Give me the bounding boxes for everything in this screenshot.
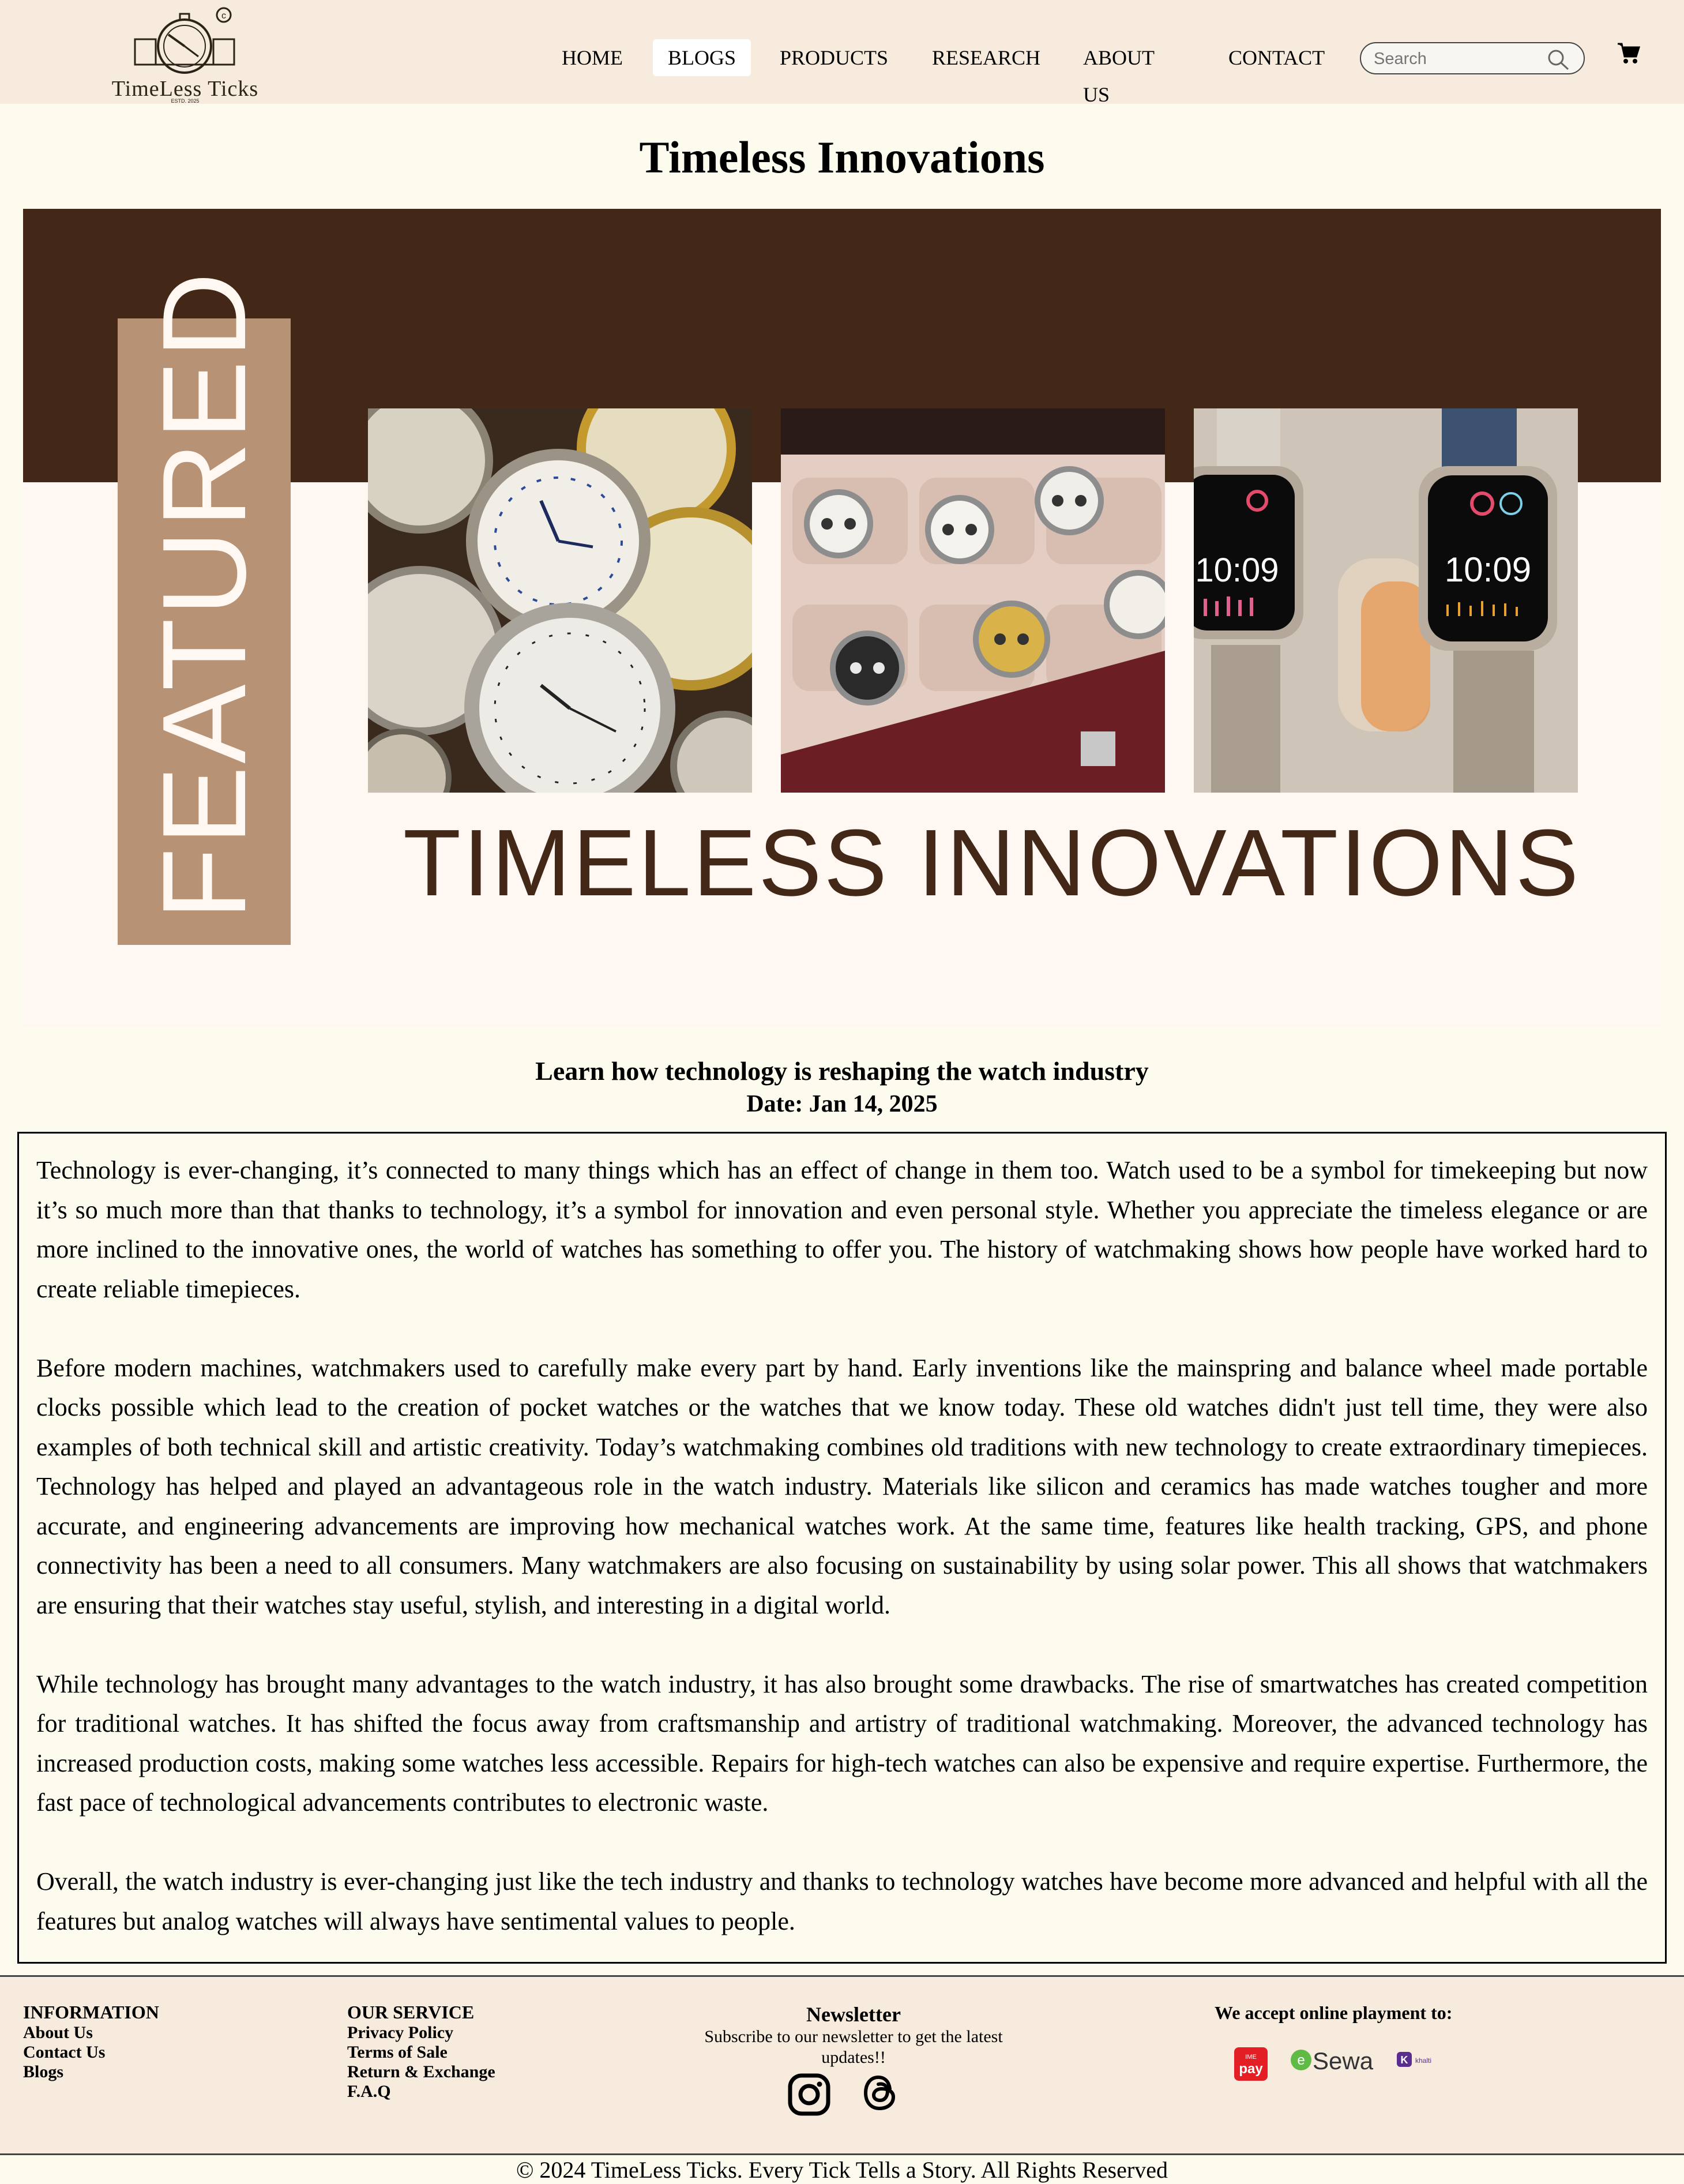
article-paragraph: Overall, the watch industry is ever-chan… [36, 1867, 1648, 1935]
ime-pay-logo: IME pay [1234, 2047, 1268, 2084]
copyright-text: © 2024 TimeLess Ticks. Every Tick Tells … [516, 2157, 1168, 2183]
newsletter-title: Newsletter [806, 2003, 901, 2026]
footer-link-return-exchange[interactable]: Return & Exchange [347, 2062, 495, 2082]
footer-information: INFORMATION About Us Contact Us Blogs [23, 2002, 159, 2082]
khalti-logo: K khalti [1396, 2047, 1442, 2076]
payments-title: We accept online playment to: [1215, 2002, 1453, 2023]
footer-service: OUR SERVICE Privacy Policy Terms of Sale… [347, 2002, 495, 2102]
cart-icon[interactable] [1617, 42, 1641, 67]
page-title: Timeless Innovations [639, 132, 1045, 182]
clock-logo-icon: c [134, 7, 235, 74]
threads-icon[interactable] [862, 2073, 899, 2116]
search-box [1360, 42, 1585, 74]
nav-products[interactable]: PRODUCTS [765, 39, 903, 76]
brand-logo[interactable]: c TimeLess Ticks ESTD. 2025 [104, 5, 265, 104]
smartwatches-photo: 10:09 10:09 [1194, 408, 1578, 793]
featured-tag: FEATURED [118, 270, 291, 945]
instagram-icon[interactable] [787, 2073, 831, 2119]
newsletter-text: Subscribe to our newsletter to get the l… [704, 2027, 1003, 2067]
banner-heading: TIMELESS INNOVATIONS [403, 810, 1581, 915]
footer-link-privacy-policy[interactable]: Privacy Policy [347, 2023, 495, 2043]
search-icon[interactable] [1547, 48, 1570, 73]
nav-contact[interactable]: CONTACT [1213, 39, 1340, 76]
article-body: Technology is ever-changing, it’s connec… [17, 1132, 1667, 1964]
esewa-logo: e Sewa [1290, 2047, 1382, 2084]
watch-case-photo [781, 408, 1165, 793]
brand-established: ESTD. 2025 [171, 98, 200, 104]
nav-blogs[interactable]: BLOGS [653, 39, 751, 76]
article-date: Date: Jan 14, 2025 [746, 1091, 938, 1117]
article-paragraph: Technology is ever-changing, it’s connec… [36, 1156, 1648, 1303]
article-paragraph: While technology has brought many advant… [36, 1669, 1648, 1817]
footer-payments: We accept online playment to: IME pay e … [1215, 2002, 1453, 2081]
smartwatch-left-time: 10:09 [1195, 551, 1279, 589]
site-footer: INFORMATION About Us Contact Us Blogs OU… [0, 1975, 1684, 2155]
featured-label: FEATURED [138, 270, 270, 920]
nav-about-us[interactable]: ABOUT US [1068, 39, 1169, 106]
esewa-logo-text: Sewa [1313, 2047, 1374, 2074]
article-paragraph: Before modern machines, watchmakers used… [36, 1353, 1648, 1619]
footer-link-contact-us[interactable]: Contact Us [23, 2043, 159, 2062]
svg-text:K: K [1401, 2054, 1408, 2066]
svg-text:c: c [221, 11, 226, 21]
footer-newsletter: Newsletter Subscribe to our newsletter t… [692, 2002, 1015, 2068]
smartwatch-right-time: 10:09 [1445, 550, 1531, 589]
footer-link-terms-of-sale[interactable]: Terms of Sale [347, 2043, 495, 2062]
footer-link-faq[interactable]: F.A.Q [347, 2082, 495, 2102]
site-header: c TimeLess Ticks ESTD. 2025 HOME BLOGS P… [0, 0, 1684, 106]
svg-text:e: e [1297, 2052, 1305, 2068]
ime-pay-logo-top: IME [1245, 2054, 1257, 2061]
featured-banner: FEATURED 10:09 10:09 TIMELESS INNOVATION… [23, 209, 1661, 1027]
footer-information-title: INFORMATION [23, 2002, 159, 2022]
pocket-watches-photo [368, 408, 752, 793]
footer-service-title: OUR SERVICE [347, 2002, 475, 2022]
footer-link-blogs[interactable]: Blogs [23, 2062, 159, 2082]
footer-link-about-us[interactable]: About Us [23, 2023, 159, 2043]
ime-pay-logo-bottom: pay [1239, 2061, 1263, 2077]
nav-home[interactable]: HOME [547, 39, 638, 76]
nav-research[interactable]: RESEARCH [917, 39, 1055, 76]
khalti-logo-text: khalti [1415, 2057, 1431, 2065]
search-input[interactable] [1374, 48, 1547, 70]
article-subtitle: Learn how technology is reshaping the wa… [535, 1056, 1149, 1086]
